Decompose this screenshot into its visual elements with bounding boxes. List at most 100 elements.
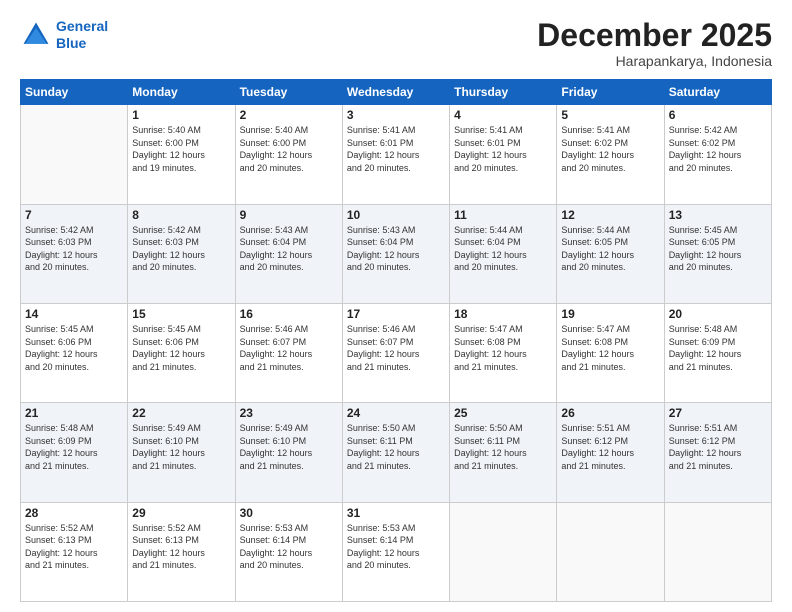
day-info: Sunrise: 5:53 AM Sunset: 6:14 PM Dayligh…	[347, 522, 445, 572]
day-info: Sunrise: 5:41 AM Sunset: 6:01 PM Dayligh…	[454, 124, 552, 174]
month-title: December 2025	[537, 18, 772, 53]
table-row: 17 Sunrise: 5:46 AM Sunset: 6:07 PM Dayli…	[342, 303, 449, 402]
table-row: 6Sunrise: 5:42 AM Sunset: 6:02 PM Daylig…	[664, 105, 771, 204]
table-row: 16 Sunrise: 5:46 AM Sunset: 6:07 PM Dayli…	[235, 303, 342, 402]
table-row: 26 Sunrise: 5:51 AM Sunset: 6:12 PM Dayli…	[557, 403, 664, 502]
day-number: 26	[561, 406, 659, 420]
table-row: 3 Sunrise: 5:41 AM Sunset: 6:01 PM Daylig…	[342, 105, 449, 204]
day-number: 21	[25, 406, 123, 420]
day-info: Sunrise: 5:46 AM Sunset: 6:07 PM Dayligh…	[240, 323, 338, 373]
table-row: 15 Sunrise: 5:45 AM Sunset: 6:06 PM Dayli…	[128, 303, 235, 402]
col-thursday: Thursday	[450, 80, 557, 105]
logo-blue: Blue	[56, 35, 86, 51]
table-row	[664, 502, 771, 601]
table-row: 9 Sunrise: 5:43 AM Sunset: 6:04 PM Daylig…	[235, 204, 342, 303]
day-number: 25	[454, 406, 552, 420]
day-number: 16	[240, 307, 338, 321]
day-number: 8	[132, 208, 230, 222]
day-info: Sunrise: 5:43 AM Sunset: 6:04 PM Dayligh…	[347, 224, 445, 274]
day-number: 29	[132, 506, 230, 520]
calendar-week-row: 14 Sunrise: 5:45 AM Sunset: 6:06 PM Dayli…	[21, 303, 772, 402]
table-row: 11 Sunrise: 5:44 AM Sunset: 6:04 PM Dayli…	[450, 204, 557, 303]
day-number: 11	[454, 208, 552, 222]
table-row: 24 Sunrise: 5:50 AM Sunset: 6:11 PM Dayli…	[342, 403, 449, 502]
day-number: 20	[669, 307, 767, 321]
day-number: 7	[25, 208, 123, 222]
table-row: 13Sunrise: 5:45 AM Sunset: 6:05 PM Dayli…	[664, 204, 771, 303]
col-sunday: Sunday	[21, 80, 128, 105]
table-row: 21 Sunrise: 5:48 AM Sunset: 6:09 PM Dayli…	[21, 403, 128, 502]
table-row: 19 Sunrise: 5:47 AM Sunset: 6:08 PM Dayli…	[557, 303, 664, 402]
calendar-week-row: 28 Sunrise: 5:52 AM Sunset: 6:13 PM Dayli…	[21, 502, 772, 601]
day-number: 22	[132, 406, 230, 420]
table-row: 27 Sunrise: 5:51 AM Sunset: 6:12 PM Dayli…	[664, 403, 771, 502]
day-info: Sunrise: 5:46 AM Sunset: 6:07 PM Dayligh…	[347, 323, 445, 373]
day-number: 1	[132, 108, 230, 122]
table-row: 30 Sunrise: 5:53 AM Sunset: 6:14 PM Dayli…	[235, 502, 342, 601]
day-info: Sunrise: 5:41 AM Sunset: 6:01 PM Dayligh…	[347, 124, 445, 174]
calendar-header-row: Sunday Monday Tuesday Wednesday Thursday…	[21, 80, 772, 105]
col-monday: Monday	[128, 80, 235, 105]
day-number: 15	[132, 307, 230, 321]
day-number: 31	[347, 506, 445, 520]
day-number: 12	[561, 208, 659, 222]
day-number: 19	[561, 307, 659, 321]
header: General Blue December 2025 Harapankarya,…	[20, 18, 772, 69]
day-info: Sunrise: 5:51 AM Sunset: 6:12 PM Dayligh…	[669, 422, 767, 472]
day-info: Sunrise: 5:50 AM Sunset: 6:11 PM Dayligh…	[347, 422, 445, 472]
subtitle: Harapankarya, Indonesia	[537, 53, 772, 69]
day-number: 18	[454, 307, 552, 321]
day-number: 5	[561, 108, 659, 122]
table-row: 1Sunrise: 5:40 AM Sunset: 6:00 PM Daylig…	[128, 105, 235, 204]
table-row: 8 Sunrise: 5:42 AM Sunset: 6:03 PM Daylig…	[128, 204, 235, 303]
col-saturday: Saturday	[664, 80, 771, 105]
day-number: 14	[25, 307, 123, 321]
logo-text: General Blue	[56, 18, 108, 52]
day-info: Sunrise: 5:40 AM Sunset: 6:00 PM Dayligh…	[240, 124, 338, 174]
day-info: Sunrise: 5:53 AM Sunset: 6:14 PM Dayligh…	[240, 522, 338, 572]
logo-icon	[20, 19, 52, 51]
col-tuesday: Tuesday	[235, 80, 342, 105]
table-row: 20Sunrise: 5:48 AM Sunset: 6:09 PM Dayli…	[664, 303, 771, 402]
day-info: Sunrise: 5:45 AM Sunset: 6:06 PM Dayligh…	[25, 323, 123, 373]
day-number: 3	[347, 108, 445, 122]
calendar-week-row: 1 Sunrise: 5:40 AM Sunset: 6:00 PM Daylig…	[21, 105, 772, 204]
day-number: 2	[240, 108, 338, 122]
day-info: Sunrise: 5:52 AM Sunset: 6:13 PM Dayligh…	[132, 522, 230, 572]
table-row: 4Sunrise: 5:41 AM Sunset: 6:01 PM Daylig…	[450, 105, 557, 204]
day-info: Sunrise: 5:49 AM Sunset: 6:10 PM Dayligh…	[132, 422, 230, 472]
title-block: December 2025 Harapankarya, Indonesia	[537, 18, 772, 69]
table-row: 29 Sunrise: 5:52 AM Sunset: 6:13 PM Dayli…	[128, 502, 235, 601]
day-number: 30	[240, 506, 338, 520]
day-number: 27	[669, 406, 767, 420]
logo-general: General	[56, 18, 108, 34]
day-number: 17	[347, 307, 445, 321]
day-number: 28	[25, 506, 123, 520]
table-row: 10 Sunrise: 5:43 AM Sunset: 6:04 PM Dayli…	[342, 204, 449, 303]
day-info: Sunrise: 5:49 AM Sunset: 6:10 PM Dayligh…	[240, 422, 338, 472]
day-info: Sunrise: 5:44 AM Sunset: 6:04 PM Dayligh…	[454, 224, 552, 274]
day-number: 24	[347, 406, 445, 420]
day-number: 9	[240, 208, 338, 222]
table-row: 14 Sunrise: 5:45 AM Sunset: 6:06 PM Dayli…	[21, 303, 128, 402]
day-info: Sunrise: 5:48 AM Sunset: 6:09 PM Dayligh…	[25, 422, 123, 472]
day-info: Sunrise: 5:51 AM Sunset: 6:12 PM Dayligh…	[561, 422, 659, 472]
table-row: 25 Sunrise: 5:50 AM Sunset: 6:11 PM Dayli…	[450, 403, 557, 502]
table-row: 18Sunrise: 5:47 AM Sunset: 6:08 PM Dayli…	[450, 303, 557, 402]
day-info: Sunrise: 5:50 AM Sunset: 6:11 PM Dayligh…	[454, 422, 552, 472]
day-number: 10	[347, 208, 445, 222]
table-row: 23Sunrise: 5:49 AM Sunset: 6:10 PM Dayli…	[235, 403, 342, 502]
table-row: 31 Sunrise: 5:53 AM Sunset: 6:14 PM Dayli…	[342, 502, 449, 601]
day-info: Sunrise: 5:47 AM Sunset: 6:08 PM Dayligh…	[561, 323, 659, 373]
day-info: Sunrise: 5:42 AM Sunset: 6:02 PM Dayligh…	[669, 124, 767, 174]
calendar-week-row: 21 Sunrise: 5:48 AM Sunset: 6:09 PM Dayli…	[21, 403, 772, 502]
day-info: Sunrise: 5:43 AM Sunset: 6:04 PM Dayligh…	[240, 224, 338, 274]
table-row: 12Sunrise: 5:44 AM Sunset: 6:05 PM Dayli…	[557, 204, 664, 303]
day-info: Sunrise: 5:41 AM Sunset: 6:02 PM Dayligh…	[561, 124, 659, 174]
day-info: Sunrise: 5:52 AM Sunset: 6:13 PM Dayligh…	[25, 522, 123, 572]
day-info: Sunrise: 5:45 AM Sunset: 6:06 PM Dayligh…	[132, 323, 230, 373]
table-row	[557, 502, 664, 601]
col-friday: Friday	[557, 80, 664, 105]
day-info: Sunrise: 5:42 AM Sunset: 6:03 PM Dayligh…	[132, 224, 230, 274]
table-row: 22 Sunrise: 5:49 AM Sunset: 6:10 PM Dayli…	[128, 403, 235, 502]
